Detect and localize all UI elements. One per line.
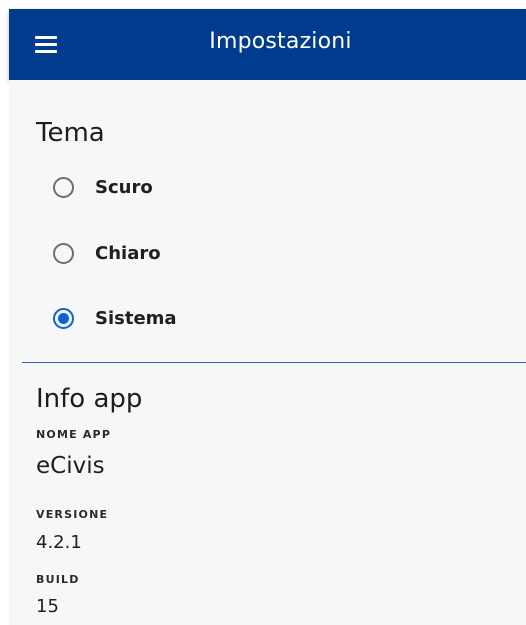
page-title: Impostazioni: [209, 29, 352, 54]
version-label: VERSIONE: [36, 508, 109, 521]
app-name-value: eCivis: [36, 453, 105, 479]
settings-content: Tema Scuro Chiaro Sistema Info app NOME …: [9, 80, 526, 625]
app-bar: Impostazioni: [9, 9, 526, 80]
section-divider: [22, 362, 526, 363]
app-frame: Impostazioni Tema Scuro Chiaro Sistema I…: [0, 0, 526, 625]
theme-option-sistema[interactable]: Sistema: [53, 303, 177, 333]
version-value: 4.2.1: [36, 532, 82, 553]
radio-unchecked-icon[interactable]: [53, 176, 74, 198]
build-label: BUILD: [36, 573, 80, 586]
theme-option-label: Scuro: [95, 176, 153, 198]
radio-checked-icon[interactable]: [53, 307, 74, 329]
theme-section-title: Tema: [36, 118, 105, 148]
theme-option-label: Chiaro: [95, 242, 161, 264]
info-section-title: Info app: [36, 384, 143, 414]
build-value: 15: [36, 596, 59, 617]
theme-option-chiaro[interactable]: Chiaro: [53, 238, 161, 268]
theme-option-label: Sistema: [95, 307, 177, 329]
radio-unchecked-icon[interactable]: [53, 242, 74, 264]
theme-option-scuro[interactable]: Scuro: [53, 172, 153, 202]
app-name-label: NOME APP: [36, 428, 112, 441]
